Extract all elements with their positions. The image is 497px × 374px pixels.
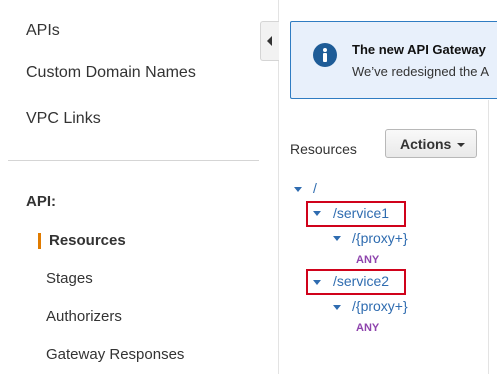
info-banner: The new API Gateway We’ve redesigned the… <box>290 21 497 99</box>
tree-expand-arrow-icon[interactable] <box>294 187 302 192</box>
tree-expand-arrow-icon[interactable] <box>333 236 341 241</box>
tree-method-any-2[interactable]: ANY <box>356 322 379 334</box>
panel-divider <box>488 100 489 374</box>
api-gateway-console: APIs Custom Domain Names VPC Links API: … <box>0 0 497 374</box>
tree-node-proxy-2[interactable]: /{proxy+} <box>352 298 408 314</box>
tree-expand-arrow-icon[interactable] <box>313 280 321 285</box>
sidebar: APIs Custom Domain Names VPC Links API: … <box>0 0 279 374</box>
actions-button[interactable]: Actions <box>385 129 477 158</box>
sidebar-divider <box>8 160 259 161</box>
sidebar-item-authorizers[interactable]: Authorizers <box>46 308 122 325</box>
sidebar-item-gateway-responses[interactable]: Gateway Responses <box>46 346 184 363</box>
tree-method-any-1[interactable]: ANY <box>356 254 379 266</box>
sidebar-item-stages[interactable]: Stages <box>46 270 93 287</box>
sidebar-item-apis[interactable]: APIs <box>26 22 60 40</box>
tree-node-service1[interactable]: /service1 <box>333 205 389 221</box>
main-panel: The new API Gateway We’ve redesigned the… <box>279 0 497 374</box>
active-indicator <box>38 233 41 249</box>
sidebar-item-custom-domain-names[interactable]: Custom Domain Names <box>26 64 196 82</box>
resources-heading: Resources <box>290 141 357 157</box>
chevron-left-icon <box>267 36 272 46</box>
api-section-label: API: <box>26 193 56 210</box>
tree-node-root[interactable]: / <box>313 180 317 196</box>
tree-node-proxy-1[interactable]: /{proxy+} <box>352 230 408 246</box>
tree-node-service2[interactable]: /service2 <box>333 273 389 289</box>
sidebar-collapse-button[interactable] <box>260 21 279 61</box>
sidebar-item-resources[interactable]: Resources <box>49 232 126 249</box>
banner-text: We’ve redesigned the A <box>352 64 490 79</box>
tree-expand-arrow-icon[interactable] <box>333 305 341 310</box>
actions-button-label: Actions <box>400 136 452 152</box>
banner-title: The new API Gateway <box>352 42 486 57</box>
sidebar-item-vpc-links[interactable]: VPC Links <box>26 110 101 128</box>
info-icon <box>313 43 337 67</box>
tree-expand-arrow-icon[interactable] <box>313 211 321 216</box>
caret-down-icon <box>457 143 465 147</box>
